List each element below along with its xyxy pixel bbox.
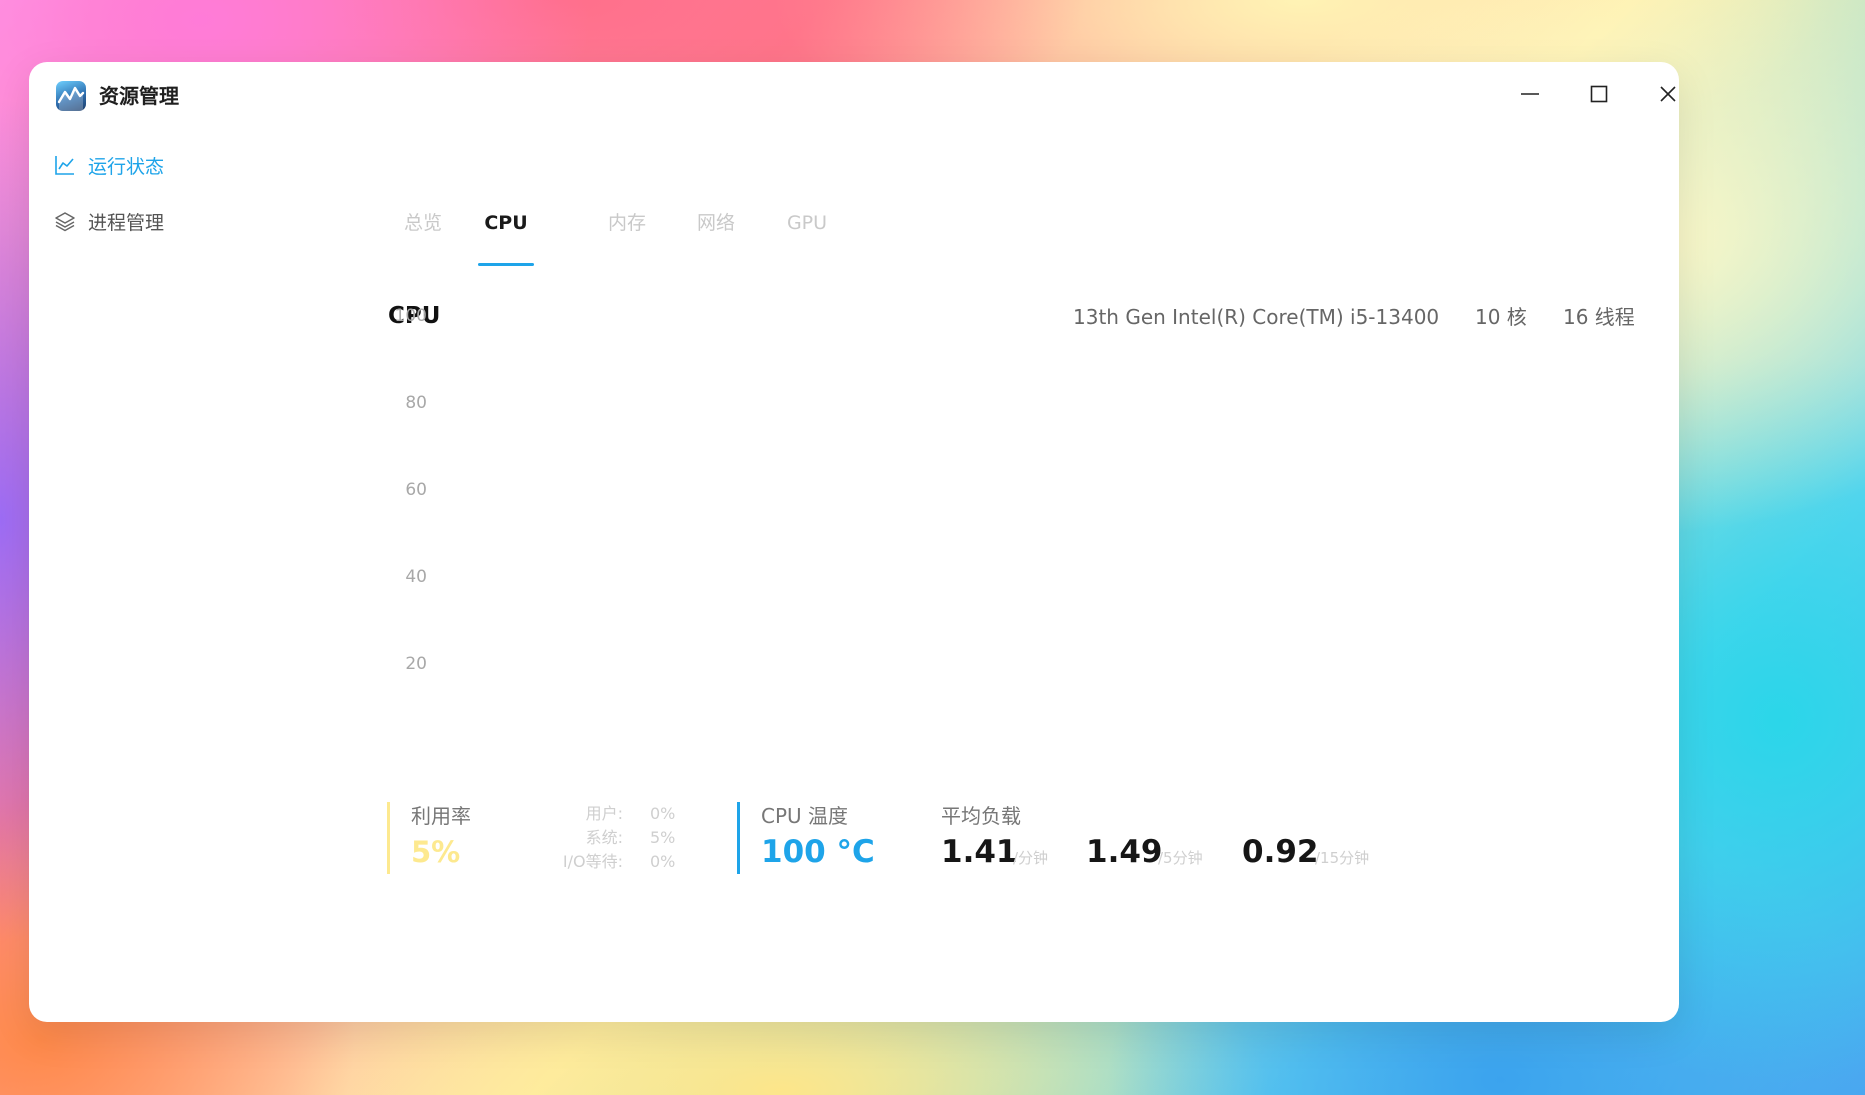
- layers-icon: [53, 209, 77, 233]
- load-5min-unit: /5分钟: [1158, 849, 1203, 867]
- app-title: 资源管理: [99, 84, 179, 108]
- y-tick-label: 80: [405, 393, 427, 413]
- y-tick-label: 100: [394, 306, 427, 326]
- cpu-threads: 16 线程: [1563, 305, 1635, 329]
- usage-system-label: 系统:: [585, 828, 623, 847]
- maximize-button[interactable]: [1575, 72, 1623, 120]
- temperature-label: CPU 温度: [761, 804, 849, 828]
- cpu-model: 13th Gen Intel(R) Core(TM) i5-13400: [1073, 305, 1440, 329]
- tab-memory[interactable]: 内存: [597, 208, 657, 238]
- usage-label: 利用率: [411, 804, 471, 828]
- close-icon: [1658, 84, 1678, 108]
- load-1min-value: 1.41: [941, 834, 1018, 870]
- cpu-cores: 10 核: [1475, 305, 1527, 329]
- temperature-indicator-bar: [737, 802, 740, 874]
- load-5min-value: 1.49: [1086, 834, 1163, 870]
- usage-iowait-value: 0%: [650, 852, 676, 871]
- y-tick-label: 20: [405, 654, 427, 674]
- close-button[interactable]: [1644, 72, 1679, 120]
- active-tab-indicator: [478, 263, 534, 266]
- y-tick-label: 60: [405, 480, 427, 500]
- minimize-button[interactable]: [1506, 72, 1554, 120]
- usage-user-label: 用户:: [585, 804, 623, 823]
- usage-iowait-label: I/O等待:: [562, 852, 623, 871]
- usage-user-value: 0%: [650, 804, 676, 823]
- y-tick-label: 40: [405, 567, 427, 587]
- tab-overview[interactable]: 总览: [393, 208, 453, 238]
- sidebar-item-processes[interactable]: 进程管理: [53, 203, 164, 239]
- usage-value: 5%: [411, 835, 461, 869]
- load-average-label: 平均负载: [941, 804, 1021, 828]
- activity-monitor-app-icon: [56, 81, 86, 111]
- tab-cpu[interactable]: CPU: [476, 208, 536, 238]
- usage-indicator-bar: [387, 802, 390, 874]
- app-window: 资源管理 运行状态 进程管理 总览 CPU 内存 网络 GPU CPU 13th…: [29, 62, 1679, 1022]
- maximize-icon: [1589, 84, 1609, 108]
- temperature-value: 100 °C: [761, 834, 875, 870]
- usage-system-value: 5%: [650, 828, 676, 847]
- sidebar-item-label: 进程管理: [88, 211, 165, 234]
- minimize-icon: [1520, 84, 1540, 108]
- load-15min-value: 0.92: [1242, 834, 1319, 870]
- sidebar-item-status[interactable]: 运行状态: [53, 147, 164, 183]
- load-15min-unit: /15分钟: [1315, 849, 1370, 867]
- load-1min-unit: /分钟: [1013, 849, 1049, 867]
- line-chart-icon: [53, 153, 77, 177]
- sidebar-item-label: 运行状态: [88, 155, 165, 178]
- tab-network[interactable]: 网络: [686, 208, 746, 238]
- tab-gpu[interactable]: GPU: [777, 208, 837, 238]
